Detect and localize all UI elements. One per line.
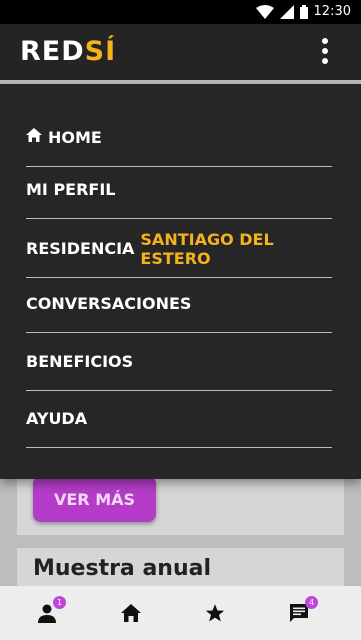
menu-item-mi-perfil[interactable]: MI PERFIL <box>26 161 332 219</box>
card-title: Muestra anual <box>33 556 211 581</box>
menu-item-label: CONVERSACIONES <box>26 294 192 313</box>
menu-item-label: MI PERFIL <box>26 180 116 199</box>
app-logo: REDSÍ <box>20 36 116 67</box>
menu-item-conversaciones[interactable]: CONVERSACIONES <box>26 275 332 333</box>
logo-main: RED <box>20 36 85 67</box>
home-icon <box>26 127 42 142</box>
nav-profile-button[interactable]: 1 <box>32 596 66 628</box>
star-icon <box>205 604 225 622</box>
menu-item-label: BENEFICIOS <box>26 352 134 371</box>
status-icons: 12:30 <box>255 4 351 19</box>
chat-badge: 4 <box>305 596 318 609</box>
menu-item-ayuda[interactable]: AYUDA <box>26 390 332 448</box>
menu-item-beneficios[interactable]: BENEFICIOS <box>26 333 332 391</box>
overflow-menu-icon[interactable] <box>321 38 329 66</box>
logo-accent: SÍ <box>84 36 117 67</box>
wifi-icon <box>255 4 274 19</box>
nav-home-button[interactable] <box>116 598 146 628</box>
status-bar: 12:30 <box>0 0 361 24</box>
home-icon <box>121 604 141 622</box>
residencia-value: SANTIAGO DEL ESTERO <box>140 229 274 268</box>
signal-icon <box>279 4 294 19</box>
nav-chat-button[interactable]: 4 <box>284 596 318 628</box>
status-time: 12:30 <box>313 4 351 19</box>
menu-item-label: AYUDA <box>26 409 88 428</box>
app-bar: REDSÍ <box>0 24 361 80</box>
navigation-menu: HOME MI PERFIL RESIDENCIA SANTIAGO DEL E… <box>0 84 361 479</box>
bottom-navigation: 1 4 <box>0 586 361 640</box>
nav-favorites-button[interactable] <box>200 598 230 628</box>
menu-item-label: RESIDENCIA <box>26 239 135 258</box>
ver-mas-button[interactable]: VER MÁS <box>33 476 156 522</box>
menu-item-label: HOME <box>48 128 102 147</box>
profile-badge: 1 <box>53 596 66 609</box>
menu-item-residencia[interactable]: RESIDENCIA SANTIAGO DEL ESTERO <box>26 220 332 278</box>
battery-icon <box>299 4 308 19</box>
menu-item-home[interactable]: HOME <box>26 109 332 167</box>
